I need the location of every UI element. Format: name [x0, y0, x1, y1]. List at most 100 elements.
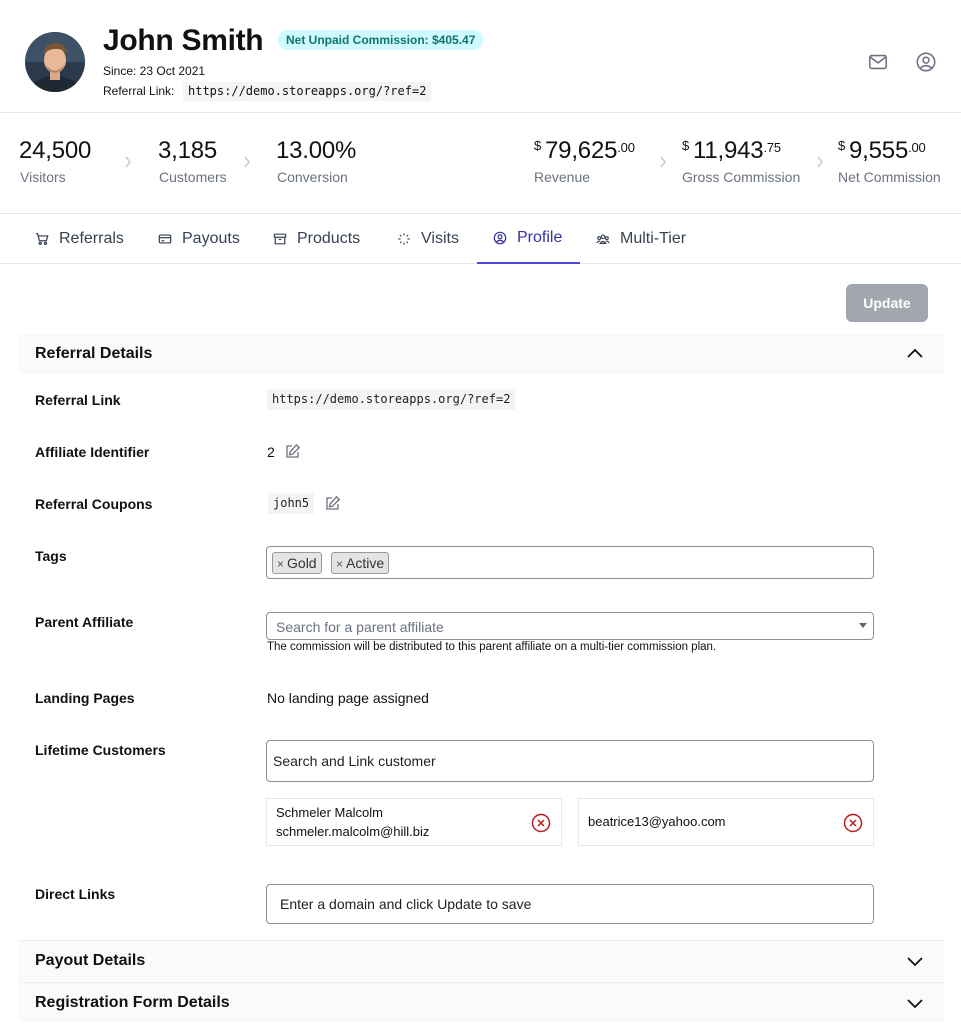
since-date: Since: 23 Oct 2021 — [103, 64, 206, 78]
box-icon — [273, 233, 287, 245]
stats-bar: 24,500 Visitors 3,185 Customers 13.00% C… — [0, 113, 961, 214]
chevron-up-icon[interactable] — [906, 345, 924, 363]
chevron-down-icon[interactable] — [906, 952, 924, 970]
amount-whole: 79,625 — [545, 137, 618, 164]
remove-customer-icon[interactable] — [531, 813, 551, 833]
tags-input[interactable]: × Gold × Active — [266, 546, 874, 579]
profile-header: John Smith Net Unpaid Commission: $405.4… — [0, 0, 961, 113]
update-button[interactable]: Update — [846, 284, 928, 322]
stat-value: $9,555.00 — [838, 137, 926, 165]
tag-label: Active — [346, 555, 385, 571]
affiliate-identifier-label: Affiliate Identifier — [35, 444, 150, 460]
tag-label: Gold — [287, 555, 317, 571]
direct-link-domain-input[interactable]: Enter a domain and click Update to save — [266, 884, 874, 924]
sparkle-icon — [398, 233, 410, 245]
section-title: Referral Details — [35, 345, 153, 362]
tab-label: Profile — [517, 229, 563, 246]
landing-pages-value: No landing page assigned — [267, 690, 429, 706]
stat-value: $79,625.00 — [534, 137, 635, 165]
mail-icon[interactable] — [867, 51, 889, 73]
stat-label: Visitors — [20, 169, 66, 185]
registration-form-details-section-header[interactable]: Registration Form Details — [19, 982, 944, 1022]
linked-customer-card: Schmeler Malcolm schmeler.malcolm@hill.b… — [266, 798, 562, 846]
amount-cents: .00 — [908, 140, 926, 155]
tab-payouts[interactable]: Payouts — [158, 214, 240, 264]
parent-affiliate-label: Parent Affiliate — [35, 614, 134, 630]
referral-link-label: Referral Link: — [103, 84, 175, 98]
avatar — [25, 32, 85, 92]
tab-multi-tier[interactable]: Multi-Tier — [596, 214, 686, 264]
tab-label: Visits — [421, 230, 459, 247]
stat-value: 13.00% — [276, 137, 357, 164]
stat-label: Revenue — [534, 169, 591, 185]
referral-link-value[interactable]: https://demo.storeapps.org/?ref=2 — [267, 389, 516, 410]
tab-referrals[interactable]: Referrals — [35, 214, 124, 264]
input-placeholder: Search and Link customer — [273, 753, 436, 769]
referral-coupons-label: Referral Coupons — [35, 496, 153, 512]
affiliate-name: John Smith — [103, 24, 264, 57]
parent-affiliate-select[interactable]: Search for a parent affiliate — [266, 612, 874, 640]
affiliate-identifier-value: 2 — [267, 444, 275, 460]
stat-label: Gross Commission — [682, 169, 801, 185]
parent-affiliate-help: The commission will be distributed to th… — [267, 641, 717, 653]
tab-label: Multi-Tier — [620, 230, 687, 247]
user-circle-icon — [493, 231, 507, 245]
tab-label: Payouts — [182, 230, 240, 247]
chevron-right-icon — [123, 155, 133, 169]
card-icon — [158, 234, 172, 244]
chevron-right-icon — [658, 155, 668, 169]
referral-coupon-code[interactable]: john5 — [268, 493, 315, 514]
landing-pages-label: Landing Pages — [35, 690, 135, 706]
tags-label: Tags — [35, 548, 67, 564]
stat-label: Customers — [159, 169, 227, 185]
referral-details-section-header[interactable]: Referral Details — [19, 334, 944, 374]
net-unpaid-commission-badge: Net Unpaid Commission: $405.47 — [278, 30, 484, 50]
customer-email: schmeler.malcolm@hill.biz — [276, 824, 430, 839]
remove-tag-icon[interactable]: × — [277, 557, 284, 571]
currency-symbol: $ — [534, 138, 542, 153]
section-title: Payout Details — [35, 952, 146, 969]
stat-value: 24,500 — [19, 137, 92, 164]
referral-link-label: Referral Link — [35, 392, 121, 408]
payout-details-section-header[interactable]: Payout Details — [19, 940, 944, 981]
amount-cents: .00 — [617, 140, 635, 155]
tab-profile[interactable]: Profile — [477, 214, 580, 264]
tag-chip[interactable]: × Gold — [272, 552, 322, 574]
chevron-right-icon — [815, 155, 825, 169]
cart-icon — [35, 233, 49, 246]
customer-name: Schmeler Malcolm — [276, 805, 383, 820]
stat-value: 3,185 — [158, 137, 218, 164]
tab-label: Referrals — [59, 230, 124, 247]
user-circle-icon[interactable] — [915, 51, 937, 73]
tab-bar: Referrals Payouts Products Visits Profil… — [0, 214, 961, 264]
amount-whole: 11,943 — [693, 137, 764, 164]
amount-cents: .75 — [763, 140, 781, 155]
section-title: Registration Form Details — [35, 993, 230, 1011]
edit-icon[interactable] — [284, 443, 301, 460]
tab-products[interactable]: Products — [273, 214, 360, 264]
tab-visits[interactable]: Visits — [397, 214, 459, 264]
currency-symbol: $ — [838, 138, 846, 153]
input-placeholder: Enter a domain and click Update to save — [280, 896, 532, 912]
select-placeholder: Search for a parent affiliate — [276, 619, 444, 635]
remove-tag-icon[interactable]: × — [336, 557, 343, 571]
customer-email: beatrice13@yahoo.com — [588, 814, 726, 829]
stat-label: Conversion — [277, 169, 348, 185]
stat-label: Net Commission — [838, 169, 941, 185]
link-customer-search-input[interactable]: Search and Link customer — [266, 740, 874, 782]
edit-icon[interactable] — [324, 495, 341, 512]
referral-link-code[interactable]: https://demo.storeapps.org/?ref=2 — [183, 82, 432, 101]
currency-symbol: $ — [682, 138, 690, 153]
remove-customer-icon[interactable] — [843, 813, 863, 833]
linked-customer-card: beatrice13@yahoo.com — [578, 798, 874, 846]
direct-links-label: Direct Links — [35, 886, 116, 902]
lifetime-customers-label: Lifetime Customers — [35, 742, 166, 758]
stat-value: $11,943.75 — [682, 137, 781, 165]
chevron-down-icon[interactable] — [906, 994, 924, 1012]
users-icon — [596, 234, 610, 244]
tab-label: Products — [297, 230, 361, 247]
chevron-right-icon — [242, 155, 252, 169]
tag-chip[interactable]: × Active — [331, 552, 390, 574]
amount-whole: 9,555 — [849, 137, 909, 164]
caret-down-icon — [859, 623, 867, 628]
